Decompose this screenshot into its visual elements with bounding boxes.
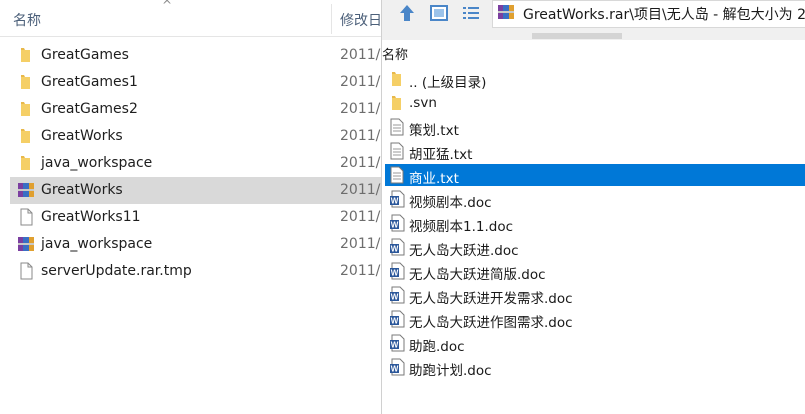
list-view-icon[interactable] xyxy=(460,2,482,24)
rar-archive-icon xyxy=(18,237,34,251)
file-name: 视频剧本1.1.doc xyxy=(409,219,514,235)
file-icon xyxy=(20,262,33,280)
sort-up-icon: ^ xyxy=(162,0,173,12)
file-name: 视频剧本.doc xyxy=(409,195,492,211)
file-name: GreatGames xyxy=(41,47,129,63)
archive-window: GreatWorks.rar\项目\无人岛 - 解包大小为 26 名称 .. (… xyxy=(381,0,805,414)
list-item-selected[interactable]: 商业.txt xyxy=(385,164,805,187)
archive-path: GreatWorks.rar\项目\无人岛 - 解包大小为 26 xyxy=(523,7,805,23)
list-item[interactable]: W 助跑.doc xyxy=(385,332,805,355)
list-item[interactable]: .svn xyxy=(385,92,805,114)
file-date: 2011/ xyxy=(340,209,381,225)
text-file-icon xyxy=(390,118,404,136)
svg-text:W: W xyxy=(391,293,399,302)
file-name: .svn xyxy=(409,95,437,111)
file-date: 2011/ xyxy=(340,74,381,90)
file-name: GreatWorks xyxy=(41,128,123,144)
list-item[interactable]: GreatGames2 2011/ xyxy=(10,96,384,123)
svg-text:W: W xyxy=(391,221,399,230)
word-doc-icon: W xyxy=(390,310,405,328)
file-date: 2011/ xyxy=(340,128,381,144)
file-date: 2011/ xyxy=(340,47,381,63)
view-icon[interactable] xyxy=(428,2,450,24)
list-item[interactable]: java_workspace 2011/ xyxy=(10,150,384,177)
file-name: serverUpdate.rar.tmp xyxy=(41,263,192,279)
file-date: 2011/ xyxy=(340,236,381,252)
file-name: java_workspace xyxy=(41,155,153,171)
column-header-name[interactable]: 名称 xyxy=(13,10,41,30)
file-name: 助跑.doc xyxy=(409,339,465,355)
list-item[interactable]: W 助跑计划.doc xyxy=(385,356,805,379)
file-icon xyxy=(20,208,33,226)
file-name: 无人岛大跃进开发需求.doc xyxy=(409,291,573,307)
word-doc-icon: W xyxy=(390,190,405,208)
list-item[interactable]: W 无人岛大跃进开发需求.doc xyxy=(385,284,805,307)
list-item[interactable]: 策划.txt xyxy=(385,116,805,139)
file-name: 胡亚猛.txt xyxy=(409,147,473,163)
folder-icon xyxy=(21,129,30,143)
list-item[interactable]: GreatWorks11 2011/ xyxy=(10,204,384,231)
file-name: GreatWorks11 xyxy=(41,209,141,225)
column-divider[interactable] xyxy=(331,4,332,34)
list-item[interactable]: GreatWorks 2011/ xyxy=(10,123,384,150)
word-doc-icon: W xyxy=(390,262,405,280)
folder-icon xyxy=(21,102,30,116)
folder-icon xyxy=(392,96,401,110)
list-item[interactable]: 胡亚猛.txt xyxy=(385,140,805,163)
folder-icon xyxy=(21,75,30,89)
file-date: 2011/ xyxy=(340,182,381,198)
folder-icon xyxy=(21,48,30,62)
file-name: 助跑计划.doc xyxy=(409,363,492,379)
text-file-icon xyxy=(390,166,404,184)
file-date: 2011/ xyxy=(340,101,381,117)
word-doc-icon: W xyxy=(390,214,405,232)
svg-text:W: W xyxy=(391,245,399,254)
svg-text:W: W xyxy=(391,341,399,350)
list-item[interactable]: W 视频剧本.doc xyxy=(385,188,805,211)
column-header-date[interactable]: 修改日 xyxy=(340,10,382,30)
explorer-file-list: 名称 ^ 修改日 GreatGames 2011/ GreatGames1 20… xyxy=(0,0,384,414)
folder-icon xyxy=(392,72,401,86)
list-item[interactable]: java_workspace 2011/ xyxy=(10,231,384,258)
list-item[interactable]: W 无人岛大跃进.doc xyxy=(385,236,805,259)
file-name: 无人岛大跃进.doc xyxy=(409,243,519,259)
list-item[interactable]: W 无人岛大跃进简版.doc xyxy=(385,260,805,283)
svg-text:W: W xyxy=(391,365,399,374)
file-date: 2011/ xyxy=(340,263,381,279)
rar-archive-icon xyxy=(18,183,34,197)
file-name: 无人岛大跃进简版.doc xyxy=(409,267,546,283)
column-header-name[interactable]: 名称 xyxy=(382,44,408,63)
file-name: GreatGames1 xyxy=(41,74,138,90)
list-item[interactable]: serverUpdate.rar.tmp 2011/ xyxy=(10,258,384,285)
file-name: GreatGames2 xyxy=(41,101,138,117)
horizontal-scrollbar[interactable] xyxy=(532,33,622,39)
archive-toolbar: GreatWorks.rar\项目\无人岛 - 解包大小为 26 xyxy=(382,0,805,40)
svg-text:W: W xyxy=(391,197,399,206)
file-date: 2011/ xyxy=(340,155,381,171)
file-name: 无人岛大跃进作图需求.doc xyxy=(409,315,573,331)
word-doc-icon: W xyxy=(390,238,405,256)
file-name: java_workspace xyxy=(41,236,153,252)
list-item[interactable]: W 视频剧本1.1.doc xyxy=(385,212,805,235)
word-doc-icon: W xyxy=(390,358,405,376)
rar-archive-icon xyxy=(498,5,514,19)
folder-icon xyxy=(21,156,30,170)
list-item[interactable]: GreatGames 2011/ xyxy=(10,42,384,69)
address-bar[interactable]: GreatWorks.rar\项目\无人岛 - 解包大小为 26 xyxy=(492,0,805,28)
text-file-icon xyxy=(390,142,404,160)
file-name: GreatWorks xyxy=(41,182,123,198)
list-item[interactable]: GreatGames1 2011/ xyxy=(10,69,384,96)
svg-text:W: W xyxy=(391,317,399,326)
list-item[interactable]: W 无人岛大跃进作图需求.doc xyxy=(385,308,805,331)
word-doc-icon: W xyxy=(390,286,405,304)
file-name: 策划.txt xyxy=(409,123,459,139)
word-doc-icon: W xyxy=(390,334,405,352)
svg-text:W: W xyxy=(391,269,399,278)
file-name: 商业.txt xyxy=(409,171,459,187)
up-arrow-icon[interactable] xyxy=(396,2,418,24)
list-item-selected[interactable]: GreatWorks 2011/ xyxy=(10,177,384,204)
list-item[interactable]: .. (上级目录) xyxy=(385,68,805,91)
file-name: .. (上级目录) xyxy=(409,75,487,91)
file-list-header: 名称 ^ 修改日 xyxy=(0,0,384,37)
